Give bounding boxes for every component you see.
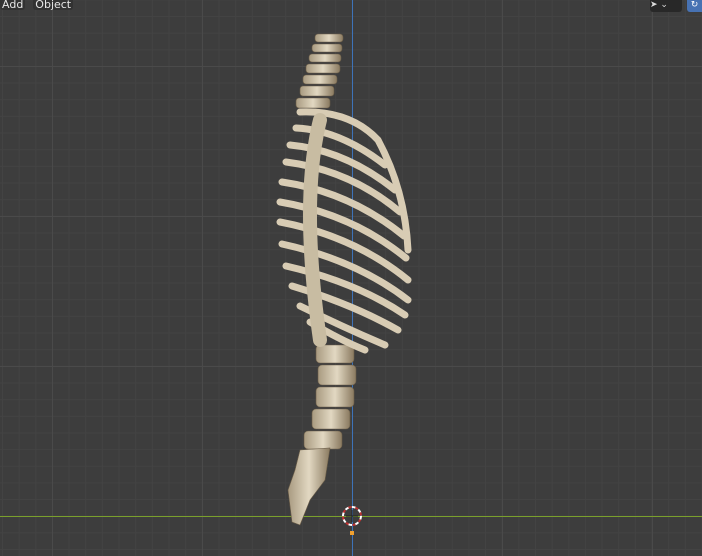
- object-origin: [350, 531, 354, 535]
- menu-object[interactable]: Object: [33, 0, 74, 10]
- header-menu: Add Object: [0, 0, 74, 10]
- transform-gizmo-icon[interactable]: ↻: [687, 0, 702, 12]
- chevron-down-icon: ⌄: [660, 0, 668, 10]
- menu-add[interactable]: Add: [0, 0, 26, 10]
- spine: [287, 33, 357, 526]
- select-cursor-icon: ➤: [650, 0, 658, 10]
- skeleton-model[interactable]: [0, 0, 702, 556]
- rib-cage: [276, 108, 412, 354]
- 3d-cursor[interactable]: [342, 506, 362, 526]
- tool-selector[interactable]: ➤ ⌄: [650, 0, 682, 12]
